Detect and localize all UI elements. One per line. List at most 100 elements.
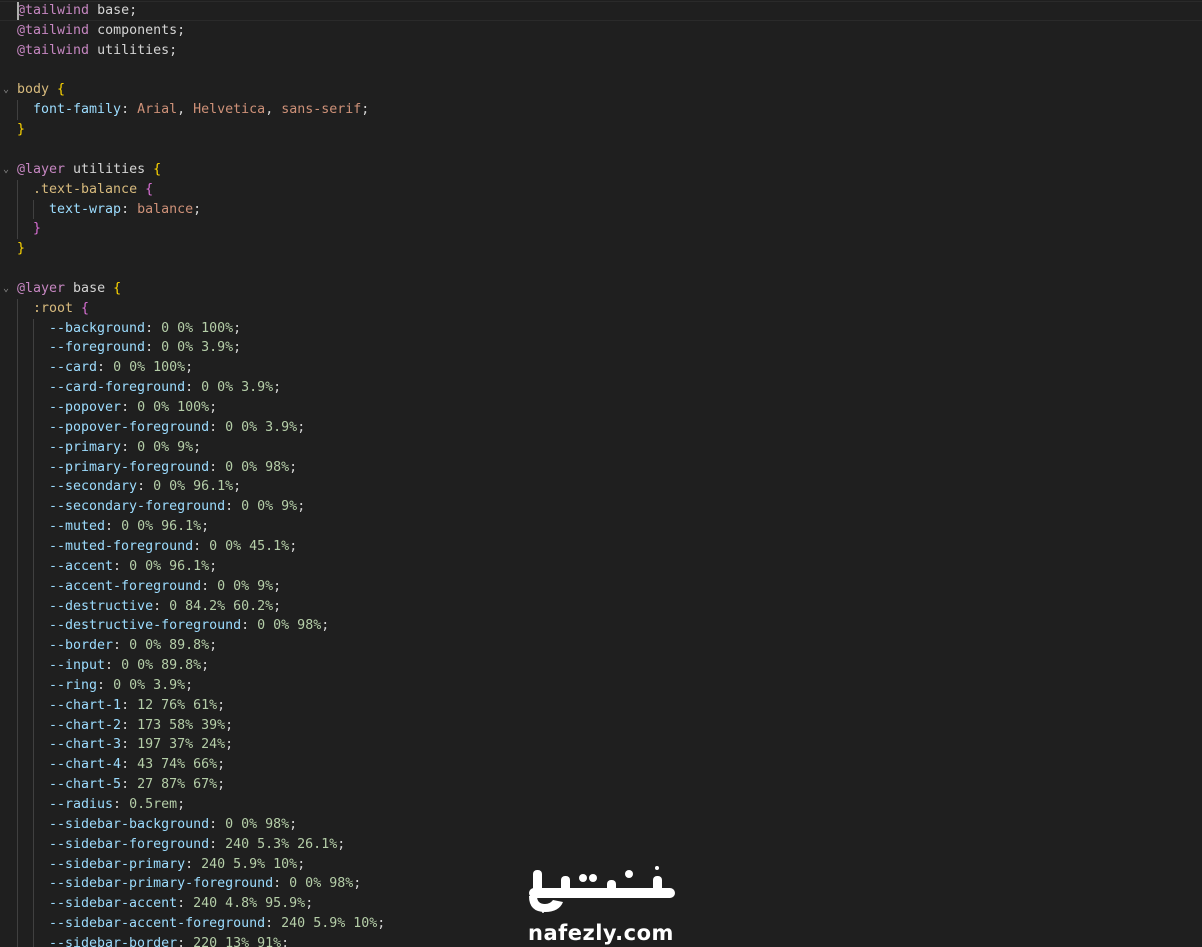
- code-token: :: [209, 836, 226, 852]
- code-line[interactable]: --radius: 0.5rem;: [49, 795, 185, 815]
- code-token: base: [89, 3, 130, 18]
- code-line[interactable]: --destructive: 0 84.2% 60.2%;: [49, 597, 281, 617]
- code-line[interactable]: --sidebar-border: 220 13% 91%;: [49, 934, 289, 947]
- code-line[interactable]: --sidebar-accent-foreground: 240 5.9% 10…: [49, 914, 385, 934]
- code-token: :: [201, 578, 218, 594]
- code-token: ;: [193, 201, 202, 217]
- code-line[interactable]: --ring: 0 0% 3.9%;: [49, 676, 193, 696]
- code-token: ;: [233, 340, 242, 356]
- code-token: body: [17, 82, 50, 98]
- code-line[interactable]: --input: 0 0% 89.8%;: [49, 656, 209, 676]
- code-token: :: [121, 717, 138, 733]
- code-token: --chart-5: [49, 777, 122, 793]
- code-line[interactable]: --chart-3: 197 37% 24%;: [49, 735, 233, 755]
- code-line[interactable]: --sidebar-background: 0 0% 98%;: [49, 815, 297, 835]
- code-line[interactable]: .text-balance {: [33, 180, 153, 200]
- code-editor[interactable]: @tailwind base; @tailwind components; @tai…: [0, 0, 1202, 947]
- code-token: ;: [129, 3, 138, 18]
- code-line[interactable]: }: [17, 239, 25, 259]
- code-line[interactable]: --sidebar-primary-foreground: 0 0% 98%;: [49, 874, 361, 894]
- code-line[interactable]: --muted: 0 0% 96.1%;: [49, 517, 209, 537]
- code-token: 173 58% 39%: [137, 717, 226, 733]
- fold-chevron-icon[interactable]: ⌄: [1, 160, 11, 180]
- code-line[interactable]: --primary-foreground: 0 0% 98%;: [49, 458, 297, 478]
- code-line[interactable]: --sidebar-primary: 240 5.9% 10%;: [49, 855, 305, 875]
- code-token: :: [273, 876, 290, 892]
- code-line[interactable]: --chart-4: 43 74% 66%;: [49, 755, 225, 775]
- code-token: components: [89, 22, 178, 38]
- code-line[interactable]: --chart-1: 12 76% 61%;: [49, 696, 225, 716]
- code-line[interactable]: --chart-2: 173 58% 39%;: [49, 716, 233, 736]
- code-line[interactable]: --destructive-foreground: 0 0% 98%;: [49, 616, 329, 636]
- code-token: 240 5.9% 10%: [201, 856, 298, 872]
- code-token: --popover-foreground: [49, 419, 210, 435]
- code-token: --accent-foreground: [49, 578, 202, 594]
- code-line[interactable]: @layer base {: [17, 279, 121, 299]
- code-line[interactable]: --sidebar-foreground: 240 5.3% 26.1%;: [49, 835, 345, 855]
- code-token: balance: [137, 201, 194, 217]
- code-token: ;: [273, 380, 282, 396]
- code-line[interactable]: @tailwind components;: [17, 21, 185, 41]
- code-line[interactable]: body {: [17, 80, 65, 100]
- code-token: :: [225, 499, 242, 515]
- fold-chevron-icon[interactable]: ⌄: [1, 279, 11, 299]
- code-token: 0 0% 3.9%: [113, 677, 186, 693]
- code-token: ;: [185, 677, 194, 693]
- code-line[interactable]: --chart-5: 27 87% 67%;: [49, 775, 225, 795]
- code-token: --background: [49, 320, 146, 336]
- code-line[interactable]: --sidebar-accent: 240 4.8% 95.9%;: [49, 894, 313, 914]
- code-line[interactable]: --popover: 0 0% 100%;: [49, 398, 217, 418]
- code-token: --popover: [49, 400, 122, 415]
- code-line[interactable]: @layer utilities {: [17, 160, 161, 180]
- code-line[interactable]: }: [33, 219, 41, 239]
- code-token: 240 5.3% 26.1%: [225, 836, 338, 852]
- code-token: --destructive: [49, 598, 154, 614]
- code-token: sans-serif: [281, 102, 362, 118]
- code-token: ;: [217, 777, 226, 793]
- code-line[interactable]: text-wrap: balance;: [49, 200, 201, 220]
- code-line[interactable]: @tailwind base;: [17, 1, 137, 21]
- code-token: :: [153, 598, 170, 614]
- code-line[interactable]: --secondary: 0 0% 96.1%;: [49, 477, 241, 497]
- code-line[interactable]: --muted-foreground: 0 0% 45.1%;: [49, 537, 297, 557]
- code-line[interactable]: --accent-foreground: 0 0% 9%;: [49, 577, 281, 597]
- code-token: :: [209, 419, 226, 435]
- code-token: ;: [201, 658, 210, 674]
- code-line[interactable]: :root {: [33, 299, 89, 319]
- code-line[interactable]: font-family: Arial, Helvetica, sans-seri…: [33, 100, 369, 120]
- code-token: :: [105, 658, 122, 674]
- code-token: ;: [289, 538, 298, 554]
- code-token: --sidebar-background: [49, 816, 210, 832]
- code-line[interactable]: --secondary-foreground: 0 0% 9%;: [49, 497, 305, 517]
- code-line[interactable]: --card-foreground: 0 0% 3.9%;: [49, 378, 281, 398]
- code-line[interactable]: --background: 0 0% 100%;: [49, 319, 241, 339]
- code-token: :: [121, 400, 138, 415]
- code-token: :: [121, 777, 138, 793]
- code-line[interactable]: --popover-foreground: 0 0% 3.9%;: [49, 418, 305, 438]
- code-line[interactable]: --accent: 0 0% 96.1%;: [49, 557, 217, 577]
- code-line[interactable]: --border: 0 0% 89.8%;: [49, 636, 217, 656]
- code-token: ,: [265, 102, 282, 118]
- code-token: :: [121, 757, 138, 773]
- code-token: 0 0% 96.1%: [153, 479, 234, 495]
- code-line[interactable]: @tailwind utilities;: [17, 41, 177, 61]
- code-token: 0 0% 3.9%: [201, 380, 274, 396]
- code-token: 0 0% 96.1%: [121, 519, 202, 535]
- watermark-text: nafezly.com: [528, 921, 674, 945]
- code-line[interactable]: --card: 0 0% 100%;: [49, 358, 193, 378]
- indent-guide: [17, 298, 18, 947]
- code-line[interactable]: }: [17, 120, 25, 140]
- code-token: {: [145, 181, 154, 197]
- code-token: 220 13% 91%: [193, 935, 282, 947]
- code-token: --chart-3: [49, 737, 122, 753]
- code-token: @layer: [17, 280, 66, 296]
- code-token: :: [121, 439, 138, 455]
- code-line[interactable]: --primary: 0 0% 9%;: [49, 438, 201, 458]
- code-token: --sidebar-primary: [49, 856, 186, 872]
- code-token: ;: [209, 638, 218, 654]
- code-token: :: [193, 538, 210, 554]
- fold-chevron-icon[interactable]: ⌄: [1, 80, 11, 100]
- code-line[interactable]: --foreground: 0 0% 3.9%;: [49, 338, 241, 358]
